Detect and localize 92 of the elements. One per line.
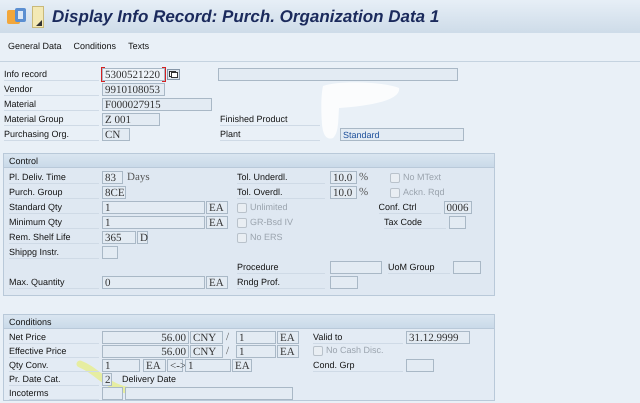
checkbox-label: No Cash Disc.: [326, 344, 384, 358]
input-field[interactable]: 56.00: [102, 330, 189, 344]
field-label: Purch. Group: [9, 186, 99, 199]
input-field[interactable]: 0006: [444, 201, 472, 214]
field-label: Effective Price: [9, 344, 99, 358]
field-label: Material: [4, 98, 99, 111]
tab[interactable]: General Data: [4, 40, 66, 54]
section-title: Control: [4, 154, 494, 168]
input-field[interactable]: 9910108053: [102, 83, 165, 96]
input-field[interactable]: [125, 386, 293, 400]
input-field[interactable]: [330, 261, 382, 274]
input-field[interactable]: 1: [185, 358, 231, 372]
input-field[interactable]: 10.0: [330, 171, 357, 184]
checkbox-label: No ERS: [250, 230, 283, 244]
input-field[interactable]: CNY: [190, 344, 223, 358]
field-text: %: [359, 186, 367, 199]
field-text: /: [226, 344, 230, 358]
window-title: Display Info Record: Purch. Organization Data 1: [52, 6, 440, 28]
checkbox-label: No MText: [403, 170, 442, 184]
field-label: UoM Group: [388, 261, 450, 274]
field-label: Qty Conv.: [9, 358, 99, 372]
field-label: Plant: [220, 128, 320, 141]
checkbox-label: Unlimited: [250, 200, 288, 214]
input-field[interactable]: [218, 68, 458, 81]
field-label: Vendor: [4, 83, 99, 96]
input-field[interactable]: 1: [102, 201, 205, 214]
field-label: Finished Product: [220, 113, 320, 126]
input-field[interactable]: <->: [167, 358, 183, 372]
input-field[interactable]: EA: [277, 344, 299, 358]
field-label: Tol. Underdl.: [237, 171, 325, 184]
field-text: Delivery Date: [122, 372, 178, 386]
field-label: Standard Qty: [9, 201, 99, 214]
input-field[interactable]: EA: [206, 216, 228, 229]
input-field[interactable]: 31.12.9999: [406, 330, 470, 344]
input-field[interactable]: CN: [102, 128, 130, 141]
field-label: Conf. Ctrl: [378, 201, 441, 214]
input-field[interactable]: D: [137, 231, 148, 244]
input-field[interactable]: EA: [277, 330, 299, 344]
input-field[interactable]: F000027915: [102, 98, 212, 111]
field-label: Purchasing Org.: [4, 128, 99, 141]
input-field[interactable]: EA: [232, 358, 252, 372]
checkbox-label: GR-Bsd IV: [250, 216, 294, 229]
search-help-button[interactable]: [167, 69, 180, 80]
field-text: %: [359, 171, 367, 184]
input-field[interactable]: 1: [236, 330, 276, 344]
input-field[interactable]: 1: [102, 358, 140, 372]
field-label: Info record: [4, 68, 99, 81]
section-title: Conditions: [4, 315, 494, 329]
input-field[interactable]: EA: [206, 276, 228, 289]
field-label: Incoterms: [9, 386, 99, 400]
field-label: Material Group: [4, 113, 99, 126]
field-label: Rem. Shelf Life: [9, 231, 99, 244]
input-field[interactable]: [449, 216, 466, 229]
input-field[interactable]: 365: [102, 231, 136, 244]
input-field[interactable]: 2: [102, 372, 112, 386]
field-label: Tol. Overdl.: [237, 186, 325, 199]
field-label: Valid to: [313, 330, 403, 344]
field-text: /: [226, 330, 230, 344]
field-label: Shippg Instr.: [9, 246, 99, 259]
input-field[interactable]: [102, 246, 118, 259]
field-text: Days: [127, 171, 151, 184]
menu-button[interactable]: [32, 6, 44, 28]
input-field[interactable]: 56.00: [102, 344, 189, 358]
field-label: Max. Quantity: [9, 276, 99, 289]
input-field[interactable]: Z 001: [102, 113, 160, 126]
input-field[interactable]: [453, 261, 481, 274]
input-field[interactable]: 1: [236, 344, 276, 358]
input-field[interactable]: Standard: [340, 128, 464, 141]
input-field[interactable]: 0: [102, 276, 205, 289]
field-label: Tax Code: [384, 216, 446, 229]
input-field[interactable]: 5300521220: [102, 68, 165, 81]
input-field[interactable]: CNY: [190, 330, 223, 344]
field-label: Minimum Qty: [9, 216, 99, 229]
field-label: Pr. Date Cat.: [9, 372, 99, 386]
field-label: Cond. Grp: [313, 358, 403, 372]
field-label: Pl. Deliv. Time: [9, 171, 99, 184]
input-field[interactable]: 10.0: [330, 186, 357, 199]
checkbox-label: Ackn. Rqd: [403, 186, 445, 199]
caret-icon: [36, 20, 42, 26]
input-field[interactable]: [102, 386, 123, 400]
input-field[interactable]: [330, 276, 358, 289]
input-field[interactable]: [406, 358, 434, 372]
input-field[interactable]: 1: [102, 216, 205, 229]
input-field[interactable]: EA: [143, 358, 166, 372]
field-label: Net Price: [9, 330, 99, 344]
tab[interactable]: Conditions: [70, 40, 120, 54]
tab[interactable]: Texts: [124, 40, 154, 54]
input-field[interactable]: EA: [206, 201, 228, 214]
field-label: Rndg Prof.: [237, 276, 325, 289]
input-field[interactable]: 8CE: [102, 186, 126, 199]
input-field[interactable]: 83: [102, 171, 123, 184]
field-label: Procedure: [237, 261, 325, 274]
